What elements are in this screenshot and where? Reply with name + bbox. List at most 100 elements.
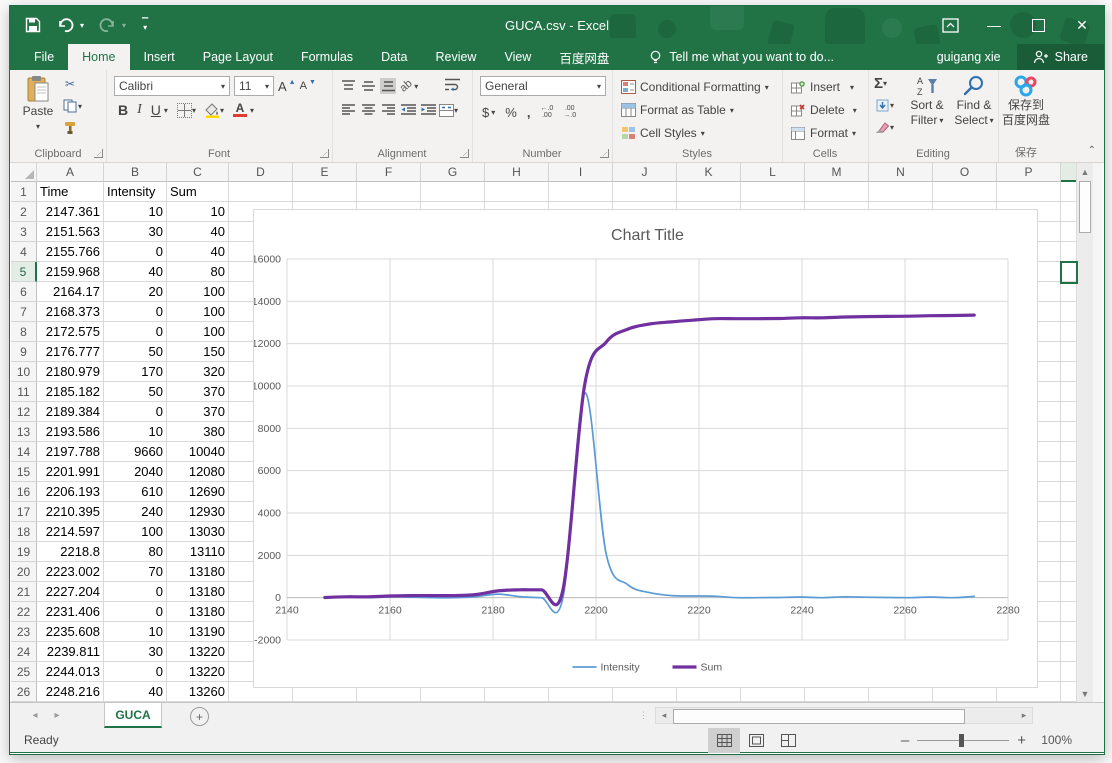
- vertical-scrollbar[interactable]: ▲ ▼: [1076, 163, 1093, 702]
- cell[interactable]: Intensity: [104, 182, 167, 202]
- column-header-N[interactable]: N: [869, 163, 933, 182]
- legend-label-sum[interactable]: Sum: [701, 662, 723, 674]
- percent-style-button[interactable]: %: [505, 105, 517, 120]
- undo-dropdown-icon[interactable]: ▾: [80, 21, 84, 30]
- cell[interactable]: [741, 182, 805, 202]
- font-name-combo[interactable]: Calibri▾: [114, 76, 230, 96]
- column-header-G[interactable]: G: [421, 163, 485, 182]
- row-header-13[interactable]: 13: [11, 422, 37, 442]
- sheet-nav-right-icon[interactable]: ▸: [46, 703, 68, 728]
- row-header-24[interactable]: 24: [11, 642, 37, 662]
- decrease-decimal-button[interactable]: .00→.0: [563, 105, 576, 119]
- font-size-combo[interactable]: 11▾: [234, 76, 274, 96]
- sheet-nav-left-icon[interactable]: ◂: [24, 703, 46, 728]
- decrease-font-size-button[interactable]: A▼: [300, 76, 316, 96]
- cell[interactable]: 0: [104, 322, 167, 342]
- row-header-1[interactable]: 1: [11, 182, 37, 202]
- cell[interactable]: [933, 182, 997, 202]
- cell[interactable]: 13220: [167, 642, 229, 662]
- share-button[interactable]: Share: [1017, 44, 1104, 70]
- cell[interactable]: [357, 182, 421, 202]
- save-to-baidu-button[interactable]: 保存到 百度网盘: [1000, 75, 1052, 127]
- cell[interactable]: Sum: [167, 182, 229, 202]
- cell[interactable]: 40: [167, 242, 229, 262]
- ribbon-tab-page-layout[interactable]: Page Layout: [189, 44, 287, 70]
- cell[interactable]: 30: [104, 642, 167, 662]
- conditional-formatting-button[interactable]: Conditional Formatting▾: [620, 76, 769, 98]
- legend-label-intensity[interactable]: Intensity: [601, 662, 641, 674]
- increase-indent-icon[interactable]: [420, 102, 436, 118]
- format-cells-button[interactable]: Format▾: [790, 122, 856, 144]
- cell[interactable]: 2235.608: [37, 622, 104, 642]
- row-header-19[interactable]: 19: [11, 542, 37, 562]
- increase-font-size-button[interactable]: A▲: [278, 76, 296, 96]
- scroll-left-icon[interactable]: ◂: [656, 708, 672, 723]
- cell[interactable]: [1061, 382, 1077, 402]
- chart[interactable]: -200002000400060008000100001200014000160…: [254, 210, 1037, 687]
- undo-icon[interactable]: [56, 16, 74, 34]
- cell[interactable]: [1061, 482, 1077, 502]
- zoom-slider[interactable]: [917, 740, 1009, 741]
- row-header-26[interactable]: 26: [11, 682, 37, 702]
- cell[interactable]: 2248.216: [37, 682, 104, 702]
- cell[interactable]: [1061, 542, 1077, 562]
- underline-dropdown-icon[interactable]: ▾: [164, 106, 168, 115]
- cell[interactable]: 13190: [167, 622, 229, 642]
- cell[interactable]: 9660: [104, 442, 167, 462]
- wrap-text-button[interactable]: [444, 76, 460, 92]
- fill-color-button[interactable]: ▾: [205, 103, 224, 118]
- font-color-dropdown-icon[interactable]: ▾: [250, 106, 254, 115]
- cell[interactable]: 2168.373: [37, 302, 104, 322]
- cell[interactable]: [1061, 362, 1077, 382]
- cell[interactable]: [1061, 242, 1077, 262]
- cell[interactable]: 2223.002: [37, 562, 104, 582]
- row-header-5[interactable]: 5: [11, 262, 37, 282]
- chart-object[interactable]: -200002000400060008000100001200014000160…: [253, 209, 1038, 688]
- cell[interactable]: 0: [104, 302, 167, 322]
- column-header-B[interactable]: B: [104, 163, 167, 182]
- row-header-15[interactable]: 15: [11, 462, 37, 482]
- row-header-17[interactable]: 17: [11, 502, 37, 522]
- cell[interactable]: 2147.361: [37, 202, 104, 222]
- cell[interactable]: 12930: [167, 502, 229, 522]
- delete-cells-button[interactable]: Delete▾: [790, 99, 857, 121]
- borders-dropdown-icon[interactable]: ▾: [192, 106, 196, 115]
- cell[interactable]: [229, 182, 293, 202]
- cell[interactable]: [1061, 282, 1077, 302]
- cell[interactable]: 10: [167, 202, 229, 222]
- cell[interactable]: 40: [104, 262, 167, 282]
- cell[interactable]: 2210.395: [37, 502, 104, 522]
- cell[interactable]: [1061, 642, 1077, 662]
- cell[interactable]: 40: [104, 682, 167, 702]
- ribbon-tab-baidu-netdisk[interactable]: 百度网盘: [545, 44, 623, 70]
- cell[interactable]: 2185.182: [37, 382, 104, 402]
- cell[interactable]: 0: [104, 602, 167, 622]
- normal-view-button[interactable]: [708, 728, 740, 753]
- cell[interactable]: [677, 182, 741, 202]
- row-header-21[interactable]: 21: [11, 582, 37, 602]
- row-header-25[interactable]: 25: [11, 662, 37, 682]
- horizontal-scrollbar[interactable]: ◂ ▸: [655, 707, 1033, 724]
- cell[interactable]: [997, 182, 1061, 202]
- cell[interactable]: 100: [167, 282, 229, 302]
- select-all-corner[interactable]: [11, 163, 37, 182]
- zoom-out-button[interactable]: –: [901, 732, 909, 749]
- cell[interactable]: 13180: [167, 602, 229, 622]
- column-header-P[interactable]: P: [997, 163, 1061, 182]
- column-header-I[interactable]: I: [549, 163, 613, 182]
- cell[interactable]: 320: [167, 362, 229, 382]
- cell[interactable]: 13110: [167, 542, 229, 562]
- align-left-icon[interactable]: [340, 102, 356, 118]
- column-header-A[interactable]: A: [37, 163, 104, 182]
- cell[interactable]: [1061, 182, 1077, 202]
- cell[interactable]: 610: [104, 482, 167, 502]
- fill-button[interactable]: ▾: [874, 97, 894, 113]
- cell[interactable]: 2040: [104, 462, 167, 482]
- cell[interactable]: 2159.968: [37, 262, 104, 282]
- middle-align-icon[interactable]: [360, 78, 376, 94]
- series-intensity-line[interactable]: [325, 393, 974, 613]
- cell[interactable]: 0: [104, 582, 167, 602]
- cell[interactable]: 13180: [167, 582, 229, 602]
- cell[interactable]: [549, 182, 613, 202]
- column-header-H[interactable]: H: [485, 163, 549, 182]
